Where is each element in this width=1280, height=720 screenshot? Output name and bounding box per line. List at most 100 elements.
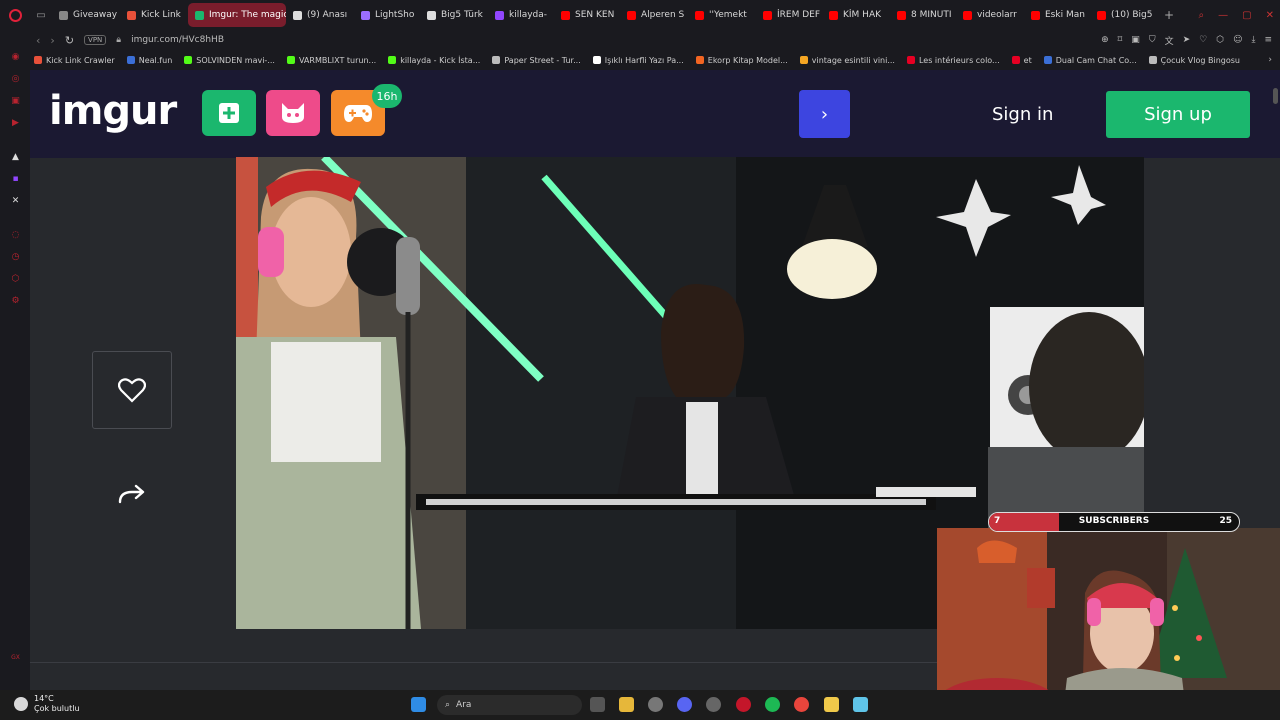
taskbar: 14°C Çok bulutlu ⌕ Ara	[0, 690, 1280, 720]
tab-youtube-2[interactable]: Alperen S	[620, 3, 688, 27]
tab-youtube-6[interactable]: 8 MINUTI	[890, 3, 956, 27]
bookmark-item[interactable]: Neal.fun	[126, 56, 172, 65]
bookmark-item[interactable]: Işıklı Harfli Yazı Pa...	[592, 56, 684, 65]
notepad-icon[interactable]	[853, 697, 868, 712]
tab-youtube-9[interactable]: (10) Big5	[1090, 3, 1158, 27]
discord-icon[interactable]	[677, 697, 692, 712]
minimize-icon[interactable]: —	[1218, 10, 1228, 21]
extensions-icon[interactable]: ⬡	[10, 274, 21, 285]
bookmark-item[interactable]: killayda - Kick İsta...	[388, 56, 480, 65]
sign-up-button[interactable]: Sign up	[1106, 91, 1250, 138]
tab-twitch[interactable]: killayda-	[488, 3, 554, 27]
search-icon: ⌕	[445, 700, 451, 710]
obs-icon[interactable]	[824, 697, 839, 712]
tab-youtube-8[interactable]: Eski Man	[1024, 3, 1090, 27]
snapshot-icon[interactable]: ▣	[1131, 35, 1140, 45]
search-tabs-icon[interactable]: ⌕	[1199, 10, 1205, 21]
spotify-icon[interactable]	[765, 697, 780, 712]
twitch-icon[interactable]: ▪	[10, 174, 21, 185]
youtube-icon[interactable]: ▶	[10, 118, 21, 129]
tab-youtube-4[interactable]: İREM DEF	[756, 3, 822, 27]
back-icon[interactable]: ‹	[36, 34, 40, 47]
cloud-icon	[14, 697, 28, 711]
favorite-button[interactable]	[92, 351, 172, 429]
messenger-icon[interactable]: ◉	[10, 52, 21, 63]
tab-big5[interactable]: Big5 Türk	[420, 3, 488, 27]
reload-icon[interactable]: ↻	[65, 34, 74, 47]
bookmark-item[interactable]: Les intérieurs colo...	[906, 56, 1000, 65]
window-controls: ⌕ — ▢ ✕	[1199, 0, 1274, 30]
tab-kick-link[interactable]: Kick Link	[120, 3, 188, 27]
send-icon[interactable]: ➤	[1183, 35, 1191, 45]
bookmark-item[interactable]: et	[1011, 56, 1032, 65]
windows-start-icon[interactable]	[411, 697, 426, 712]
weather-widget[interactable]: 14°C Çok bulutlu	[14, 694, 80, 714]
tab-menu-icon[interactable]: ▭	[30, 0, 52, 30]
bookmark-item[interactable]: Kick Link Crawler	[34, 56, 115, 65]
temperature: 14°C	[34, 694, 54, 703]
file-explorer-icon[interactable]	[619, 697, 634, 712]
tab-youtube-7[interactable]: videolarr	[956, 3, 1024, 27]
instagram-icon[interactable]: ▣	[10, 96, 21, 107]
cat-button[interactable]	[266, 90, 320, 136]
whatsapp-icon[interactable]: ◎	[10, 74, 21, 85]
maximize-icon[interactable]: ▢	[1242, 10, 1251, 21]
bookmark-item[interactable]: vintage esintili vini...	[799, 56, 895, 65]
bookmark-item[interactable]: Çocuk Vlog Bingosu	[1148, 56, 1240, 65]
bookmark-icon[interactable]: ⌑	[1118, 35, 1123, 45]
shield-icon[interactable]: ⛉	[1149, 35, 1156, 45]
settings-app-icon[interactable]	[648, 697, 663, 712]
taskbar-search[interactable]: ⌕ Ara	[437, 695, 582, 715]
steam-icon[interactable]	[706, 697, 721, 712]
settings-icon[interactable]: ⚙	[10, 296, 21, 307]
zoom-icon[interactable]: ⊕	[1101, 35, 1109, 45]
extensions-icon[interactable]: ⬡	[1216, 35, 1224, 45]
forward-icon[interactable]: ›	[50, 34, 54, 47]
next-post-button[interactable]: ›	[799, 90, 850, 138]
tab-giveaway[interactable]: Giveaway	[52, 3, 120, 27]
chrome-icon[interactable]	[794, 697, 809, 712]
sign-in-link[interactable]: Sign in	[992, 104, 1053, 125]
history-icon[interactable]: ◷	[10, 252, 21, 263]
subscriber-goal: 25	[1219, 516, 1232, 526]
heart-icon	[118, 378, 146, 403]
bookmark-item[interactable]: SOLVINDEN mavi-...	[184, 56, 275, 65]
download-icon[interactable]: ⤓	[1251, 35, 1255, 45]
ai-icon[interactable]: ▲	[10, 152, 21, 163]
tab-lightshot[interactable]: LightSho	[354, 3, 420, 27]
tab-youtube-1[interactable]: SEN KEN	[554, 3, 620, 27]
opera-gx-icon[interactable]	[736, 697, 751, 712]
tab-youtube-5[interactable]: KİM HAK	[822, 3, 890, 27]
bookmark-item[interactable]: Dual Cam Chat Co...	[1043, 56, 1137, 65]
chevron-right-icon: ›	[820, 103, 829, 125]
url-field[interactable]: imgur.com/HVc8hHB	[131, 35, 224, 45]
task-view-icon[interactable]	[590, 697, 605, 712]
heart-icon[interactable]: ♡	[1199, 35, 1207, 45]
lock-icon[interactable]: 🔒︎	[116, 35, 121, 45]
new-tab-button[interactable]: +	[1158, 8, 1180, 22]
translate-icon[interactable]: 文	[1165, 34, 1174, 47]
subscriber-goal-bar: SUBSCRIBERS 7 25	[988, 512, 1240, 532]
bookmark-item[interactable]: Ekorp Kitap Model...	[695, 56, 788, 65]
close-icon[interactable]: ✕	[1266, 10, 1274, 21]
share-button[interactable]	[116, 480, 148, 508]
bookmark-item[interactable]: Paper Street - Tur...	[492, 56, 581, 65]
gx-icon[interactable]: GX	[10, 652, 21, 663]
menu-icon[interactable]: ≡	[1264, 35, 1272, 45]
cat-icon	[282, 103, 304, 123]
x-icon[interactable]: ✕	[10, 196, 21, 207]
profile-icon[interactable]: ☺	[1233, 35, 1242, 45]
opera-logo-icon[interactable]	[0, 0, 30, 30]
bookmark-item[interactable]: VARMBLIXT turun...	[286, 56, 376, 65]
imgur-logo[interactable]: imgur	[49, 88, 177, 134]
player-icon[interactable]: ◌	[10, 230, 21, 241]
page-scrollbar[interactable]	[1273, 88, 1278, 104]
new-post-button[interactable]	[202, 90, 256, 136]
bookmarks-more-icon[interactable]: ›	[1268, 55, 1272, 65]
vpn-badge[interactable]: VPN	[84, 35, 107, 45]
tab-imgur[interactable]: Imgur: The magic	[188, 3, 286, 27]
subscriber-count: 7	[994, 516, 1001, 526]
tab-youtube-3[interactable]: ''Yemekt	[688, 3, 756, 27]
tab-x[interactable]: (9) Anası	[286, 3, 354, 27]
share-arrow-icon	[118, 484, 145, 504]
